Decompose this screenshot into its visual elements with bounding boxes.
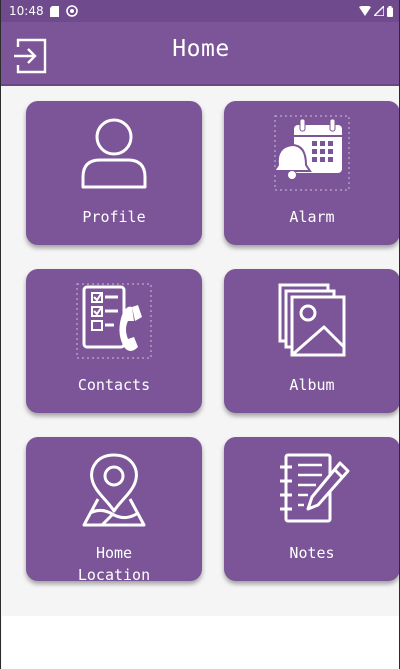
tile-label-profile: Profile <box>82 208 146 226</box>
notes-tile[interactable]: Notes <box>224 437 399 581</box>
alarm-tile[interactable]: Alarm <box>224 101 399 245</box>
app-bar: Home <box>1 22 399 86</box>
map-pin-icon <box>82 453 146 527</box>
tile-label-home-location: Home Location <box>77 544 151 584</box>
sd-card-icon <box>49 5 60 17</box>
album-tile[interactable]: Album <box>224 269 399 413</box>
photo-album-icon <box>278 283 346 357</box>
sync-icon <box>65 5 78 17</box>
tile-label-notes: Notes <box>289 544 335 562</box>
page-title: Home <box>172 36 230 62</box>
home-location-tile[interactable]: Home Location <box>26 437 202 584</box>
status-right <box>359 5 393 17</box>
wifi-icon <box>359 6 371 16</box>
notebook-pen-icon <box>280 453 350 523</box>
calendar-alarm-icon <box>272 115 350 191</box>
battery-icon <box>387 5 393 17</box>
profile-tile[interactable]: Profile <box>26 101 202 245</box>
tile-label-contacts: Contacts <box>77 376 151 394</box>
tile-label-alarm: Alarm <box>289 208 335 226</box>
signal-icon <box>374 6 384 16</box>
phone-screen: 10:48 Home Profile Alarm Contacts Album … <box>0 0 400 669</box>
status-bar: 10:48 <box>1 0 399 22</box>
status-time: 10:48 <box>9 4 44 18</box>
contacts-tile[interactable]: Contacts <box>26 269 202 413</box>
status-left: 10:48 <box>9 4 78 18</box>
home-grid: Profile Alarm Contacts Album Home Locati… <box>2 86 399 616</box>
contact-list-phone-icon <box>76 283 152 359</box>
person-icon <box>81 118 147 189</box>
bottom-blank-area <box>2 616 399 669</box>
tile-label-album: Album <box>289 376 335 394</box>
